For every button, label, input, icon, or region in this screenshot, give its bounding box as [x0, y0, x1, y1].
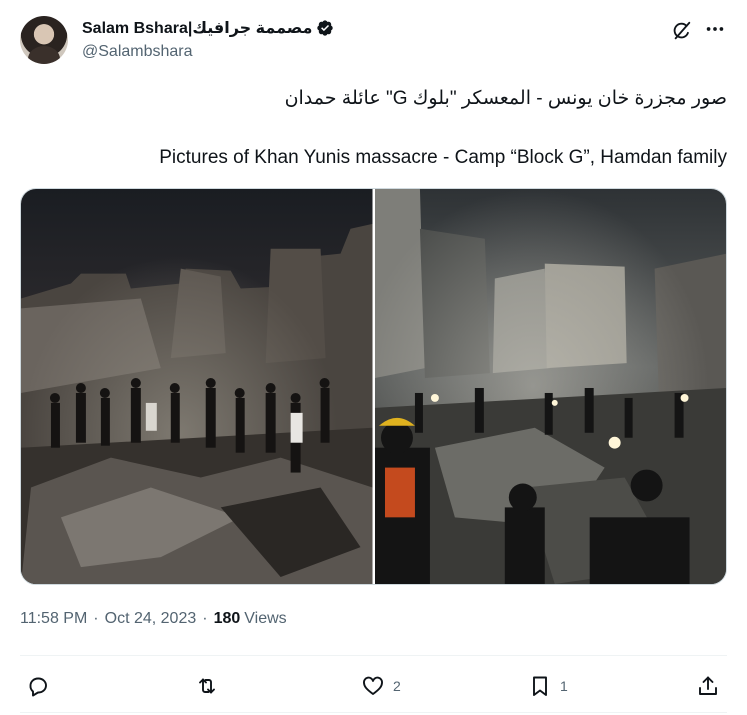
author-handle[interactable]: @Salambshara — [82, 43, 193, 61]
bookmark-icon — [533, 676, 547, 696]
tweet-time[interactable]: 11:58 PM — [20, 610, 87, 628]
author-name-row[interactable]: Salam Bshara|مصممة جرافيك — [82, 17, 334, 39]
views-count: 180 — [213, 610, 241, 627]
tweet-date[interactable]: Oct 24, 2023 — [105, 610, 197, 628]
photo-right-image — [374, 189, 726, 584]
reply-icon — [29, 677, 47, 697]
retweet-icon — [199, 678, 215, 694]
avatar[interactable] — [20, 16, 68, 64]
tweet-header: Salam Bshara|مصممة جرافيك @Salambshara — [20, 14, 727, 66]
bookmark-count: 1 — [560, 678, 568, 694]
more-icon[interactable] — [704, 18, 726, 40]
media-grid — [20, 188, 727, 585]
tweet-text-arabic: صور مجزرة خان يونس - المعسكر "بلوك G" عا… — [284, 88, 727, 109]
meta-separator: · — [202, 610, 208, 627]
action-bar: 2 1 — [20, 670, 727, 702]
photo-left[interactable] — [21, 189, 373, 584]
bookmark-button[interactable]: 1 — [528, 670, 568, 702]
avatar-figure — [28, 46, 60, 64]
share-icon — [699, 676, 717, 695]
tweet-meta: 11:58 PM · Oct 24, 2023 · 180 Views — [20, 610, 287, 628]
verified-badge-icon — [317, 20, 334, 36]
like-button[interactable]: 2 — [361, 670, 401, 702]
photo-right[interactable] — [374, 189, 726, 584]
share-button[interactable] — [696, 670, 720, 702]
divider-bottom — [20, 712, 727, 713]
reply-button[interactable] — [26, 670, 58, 702]
photo-left-image — [21, 189, 373, 584]
divider-top — [20, 655, 727, 656]
grok-icon[interactable] — [671, 20, 693, 42]
author-display-name[interactable]: Salam Bshara|مصممة جرافيك — [82, 18, 312, 38]
tweet-text-english: Pictures of Khan Yunis massacre - Camp “… — [159, 147, 727, 168]
retweet-button[interactable] — [195, 670, 227, 702]
views-label: Views — [244, 610, 287, 627]
meta-separator: · — [93, 610, 99, 627]
like-count: 2 — [393, 678, 401, 694]
like-icon — [363, 676, 383, 695]
